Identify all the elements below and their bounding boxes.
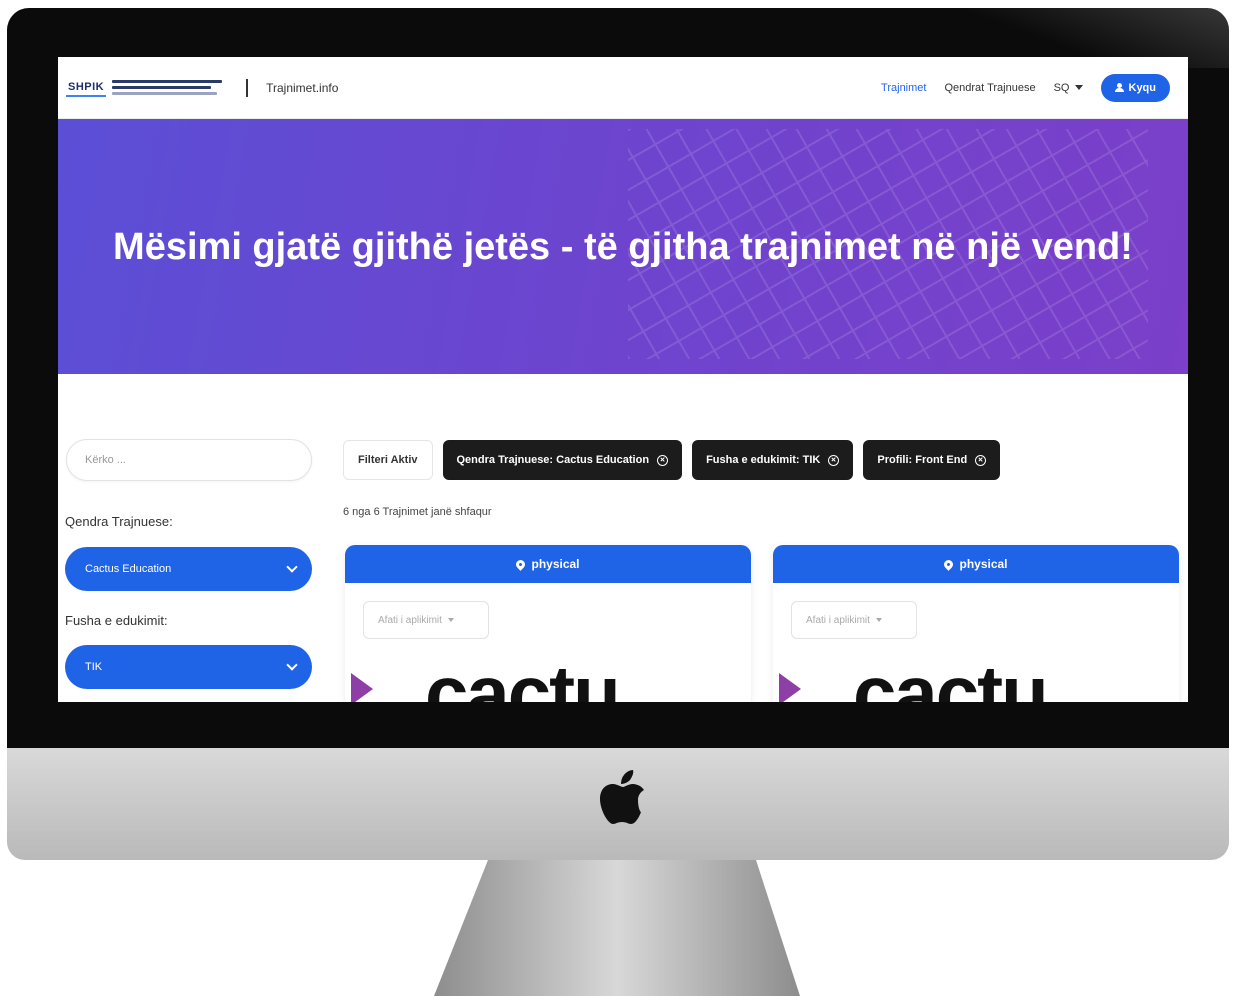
logo-wordmark: cactu: [425, 649, 621, 702]
active-filter-label: Filteri Aktiv: [343, 440, 433, 480]
filter-chip-field[interactable]: Fusha e edukimit: TIK: [692, 440, 854, 480]
map-pin-icon: [942, 557, 956, 571]
active-filter-text: Filteri Aktiv: [358, 454, 418, 466]
language-label: SQ: [1053, 81, 1070, 94]
shpik-logo: SHPIK: [66, 79, 223, 97]
filter-chip-label: Fusha e edukimit: TIK: [706, 454, 821, 466]
login-label: Kyqu: [1128, 81, 1157, 94]
nav-menu: Trajnimet Qendrat Trajnuese SQ Kyqu: [881, 73, 1170, 102]
caret-down-icon: [447, 618, 454, 622]
close-circle-icon[interactable]: [657, 454, 669, 466]
active-filters: Filteri Aktiv Qendra Trajnuese: Cactus E…: [343, 440, 1001, 480]
card-mode: physical: [959, 557, 1008, 571]
language-selector[interactable]: SQ: [1054, 82, 1083, 94]
login-button[interactable]: Kyqu: [1100, 73, 1170, 102]
chevron-down-icon: [286, 659, 298, 671]
field-select[interactable]: TIK: [65, 645, 312, 689]
filter-chip-label: Profili: Front End: [877, 454, 968, 466]
filter-chip-profile[interactable]: Profili: Front End: [863, 440, 1001, 480]
training-card[interactable]: physical Afati i aplikimit cactu: [773, 545, 1179, 702]
nav-link-trajnimet[interactable]: Trajnimet: [881, 82, 926, 94]
brand-divider: [246, 78, 249, 97]
deadline-dropdown-label: Afati i aplikimit: [806, 614, 870, 626]
brand[interactable]: SHPIK Trajnimet.info: [66, 78, 338, 97]
cactus-logo: cactu: [345, 643, 751, 702]
brand-badge: SHPIK: [66, 79, 107, 97]
caret-down-icon: [1074, 85, 1083, 90]
search-input[interactable]: Kërko ...: [66, 439, 312, 481]
apple-logo-icon: [600, 770, 644, 824]
card-mode: physical: [531, 557, 580, 571]
user-icon: [1114, 83, 1124, 92]
field-label: Fusha e edukimit:: [65, 613, 168, 628]
deadline-dropdown-label: Afati i aplikimit: [378, 614, 442, 626]
caret-down-icon: [875, 618, 882, 622]
chevron-down-icon: [286, 561, 298, 573]
training-card[interactable]: physical Afati i aplikimit cactu: [345, 545, 751, 702]
training-center-label: Qendra Trajnuese:: [65, 514, 173, 529]
card-header: physical: [773, 545, 1179, 583]
card-header: physical: [345, 545, 751, 583]
close-circle-icon[interactable]: [828, 454, 840, 466]
close-circle-icon[interactable]: [975, 454, 987, 466]
brand-tagline: [112, 80, 223, 95]
results-count: 6 nga 6 Trajnimet janë shfaqur: [343, 506, 492, 518]
monitor-stand: [434, 860, 800, 996]
training-center-value: Cactus Education: [85, 563, 172, 575]
logo-triangle: [779, 673, 801, 702]
logo-triangle: [351, 673, 373, 702]
deadline-dropdown[interactable]: Afati i aplikimit: [791, 601, 917, 639]
map-pin-icon: [514, 557, 528, 571]
deadline-dropdown[interactable]: Afati i aplikimit: [363, 601, 489, 639]
field-value: TIK: [85, 661, 103, 673]
site-name[interactable]: Trajnimet.info: [266, 81, 338, 95]
hero-title: Mësimi gjatë gjithë jetës - të gjitha tr…: [113, 225, 1133, 268]
training-center-select[interactable]: Cactus Education: [65, 547, 312, 591]
search-placeholder: Kërko ...: [85, 454, 126, 466]
hero-banner: Mësimi gjatë gjithë jetës - të gjitha tr…: [58, 119, 1188, 374]
cactus-logo: cactu: [773, 643, 1179, 702]
filter-chip-training-center[interactable]: Qendra Trajnuese: Cactus Education: [442, 440, 683, 480]
browser-screen: SHPIK Trajnimet.info Trajnimet Qendrat T…: [58, 57, 1188, 702]
logo-wordmark: cactu: [853, 649, 1049, 702]
top-navbar: SHPIK Trajnimet.info Trajnimet Qendrat T…: [58, 57, 1188, 119]
nav-link-qendrat[interactable]: Qendrat Trajnuese: [944, 82, 1035, 94]
filter-chip-label: Qendra Trajnuese: Cactus Education: [456, 454, 650, 466]
